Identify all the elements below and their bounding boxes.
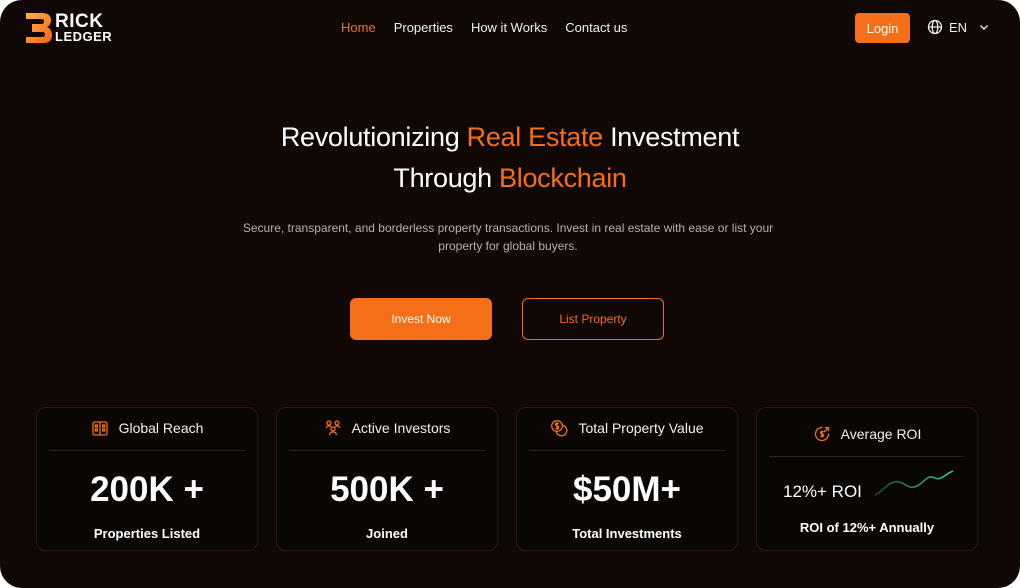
divider [769, 456, 965, 457]
chevron-down-icon [980, 25, 989, 30]
nav-contact-us[interactable]: Contact us [565, 20, 627, 36]
list-property-button[interactable]: List Property [522, 298, 664, 340]
stat-label: Joined [366, 526, 408, 541]
card-title: Average ROI [840, 426, 922, 442]
stat-card-average-roi: Average ROI 12%+ ROI ROI of 12%+ Annuall… [756, 407, 978, 551]
card-header: Total Property Value [517, 418, 737, 438]
hero-title: Revolutionizing Real Estate Investment T… [0, 117, 1020, 199]
building-icon [91, 421, 108, 436]
roi-icon [814, 426, 829, 442]
invest-now-button[interactable]: Invest Now [350, 298, 492, 340]
nav-how-it-works[interactable]: How it Works [471, 20, 547, 36]
stat-card-active-investors: Active Investors 500K + Joined [276, 407, 498, 551]
card-header: Average ROI [757, 424, 977, 444]
card-title: Active Investors [351, 420, 451, 436]
stat-label: Total Investments [572, 526, 682, 541]
roi-sparkline [874, 470, 954, 496]
stat-card-global-reach: Global Reach 200K + Properties Listed [36, 407, 258, 551]
brand-name-line2: LEDGER [55, 29, 113, 44]
stat-card-total-property-value: Total Property Value $50M+ Total Investm… [516, 407, 738, 551]
stat-value: 500K + [330, 470, 444, 509]
brand-logo[interactable]: RICK LEDGER [24, 11, 114, 45]
stat-label: ROI of 12%+ Annually [799, 520, 935, 535]
stat-label: Properties Listed [93, 526, 201, 541]
divider [289, 450, 485, 451]
hero-title-text: Investment [602, 122, 740, 152]
card-title: Global Reach [118, 420, 204, 436]
main-nav: Home Properties How it Works Contact us [341, 20, 627, 36]
nav-properties[interactable]: Properties [394, 20, 453, 36]
coins-icon [551, 420, 568, 437]
hero-title-text: Through [393, 163, 500, 193]
card-title: Total Property Value [578, 420, 704, 436]
page-frame: RICK LEDGER Home Properties How it Works… [0, 0, 1020, 588]
hero-title-highlight-blockchain: Blockchain [499, 163, 627, 193]
card-header: Global Reach [37, 418, 257, 438]
brick-ledger-logo-mark [26, 13, 52, 43]
card-header: Active Investors [277, 418, 497, 438]
login-button[interactable]: Login [855, 13, 910, 43]
hero-title-text: Revolutionizing [280, 122, 467, 152]
language-selector[interactable]: EN [927, 19, 991, 35]
stat-value: 200K + [90, 470, 204, 509]
stat-value: $50M+ [573, 470, 681, 509]
divider [529, 450, 725, 451]
nav-home[interactable]: Home [341, 20, 376, 36]
globe-icon [927, 19, 943, 35]
investors-icon [324, 420, 341, 436]
stat-value: 12%+ ROI [783, 482, 862, 501]
hero-subtitle: Secure, transparent, and borderless prop… [242, 221, 774, 253]
language-value: EN [949, 19, 968, 35]
hero-title-highlight-real-estate: Real Estate [466, 122, 604, 152]
divider [49, 450, 245, 451]
